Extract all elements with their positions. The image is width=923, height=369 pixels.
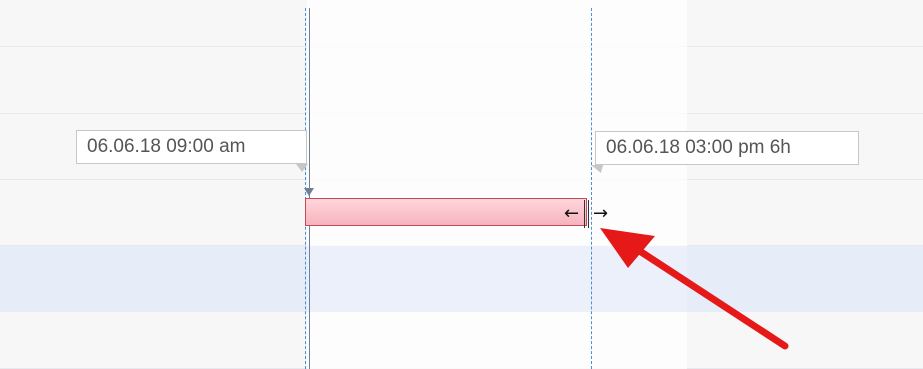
start-date-tooltip: 06.06.18 09:00 am (76, 130, 307, 164)
resize-horizontal-icon: ← → (564, 201, 612, 227)
selected-row-highlight (0, 246, 923, 312)
right-arrow-icon: → (593, 203, 609, 224)
start-marker-icon (304, 188, 314, 196)
end-guide-line (591, 8, 592, 369)
working-time-column (307, 0, 687, 369)
start-tooltip-tail (296, 164, 308, 172)
task-bar[interactable] (305, 198, 587, 226)
left-arrow-icon: ← (564, 203, 580, 224)
end-date-tooltip: 06.06.18 03:00 pm 6h (595, 131, 859, 165)
gantt-canvas: 06.06.18 09:00 am 06.06.18 03:00 pm 6h ←… (0, 0, 923, 369)
